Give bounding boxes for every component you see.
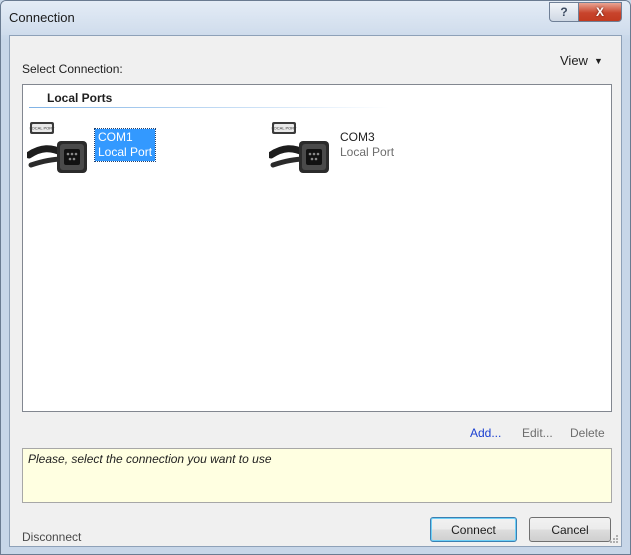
edit-link[interactable]: Edit... — [522, 426, 553, 440]
group-divider — [29, 107, 389, 108]
serial-port-icon: LOCAL PORT — [27, 122, 87, 173]
help-button[interactable]: ? — [549, 2, 579, 22]
group-header-local-ports: Local Ports — [47, 91, 113, 105]
window-title: Connection — [9, 10, 75, 25]
connection-dialog: Connection ? X Select Connection: View ▼ … — [0, 0, 631, 555]
delete-link[interactable]: Delete — [570, 426, 605, 440]
title-bar[interactable]: Connection ? X — [1, 1, 630, 35]
info-message: Please, select the connection you want t… — [22, 448, 612, 503]
list-item-com3[interactable]: LOCAL PORT COM3 Local Port — [269, 121, 469, 181]
close-icon: X — [595, 5, 604, 19]
cancel-button[interactable]: Cancel — [529, 517, 611, 542]
view-menu-button[interactable]: View ▼ — [560, 53, 603, 68]
connection-list[interactable]: Local Ports LOCAL PORT COM1 Local Port L… — [22, 84, 612, 412]
dialog-body: Select Connection: View ▼ Local Ports LOC… — [9, 35, 622, 547]
select-connection-label: Select Connection: — [22, 62, 123, 76]
resize-grip-icon[interactable] — [609, 534, 619, 544]
port-type: Local Port — [340, 145, 395, 159]
disconnect-link[interactable]: Disconnect — [22, 530, 81, 544]
list-item-label: COM3 Local Port — [337, 129, 397, 161]
chevron-down-icon: ▼ — [593, 56, 603, 66]
local-port-badge: LOCAL PORT — [29, 126, 55, 131]
serial-port-icon: LOCAL PORT — [269, 122, 329, 173]
close-button[interactable]: X — [578, 2, 622, 22]
port-name: COM3 — [340, 130, 375, 144]
port-type: Local Port — [98, 145, 153, 159]
port-name: COM1 — [98, 130, 133, 144]
view-menu-label: View — [560, 53, 588, 68]
list-item-label: COM1 Local Port — [93, 128, 157, 162]
help-icon: ? — [560, 5, 568, 19]
connect-button[interactable]: Connect — [430, 517, 517, 542]
local-port-badge: LOCAL PORT — [271, 126, 297, 131]
list-item-com1[interactable]: LOCAL PORT COM1 Local Port — [27, 121, 227, 181]
add-link[interactable]: Add... — [470, 426, 501, 440]
info-message-text: Please, select the connection you want t… — [28, 452, 272, 466]
